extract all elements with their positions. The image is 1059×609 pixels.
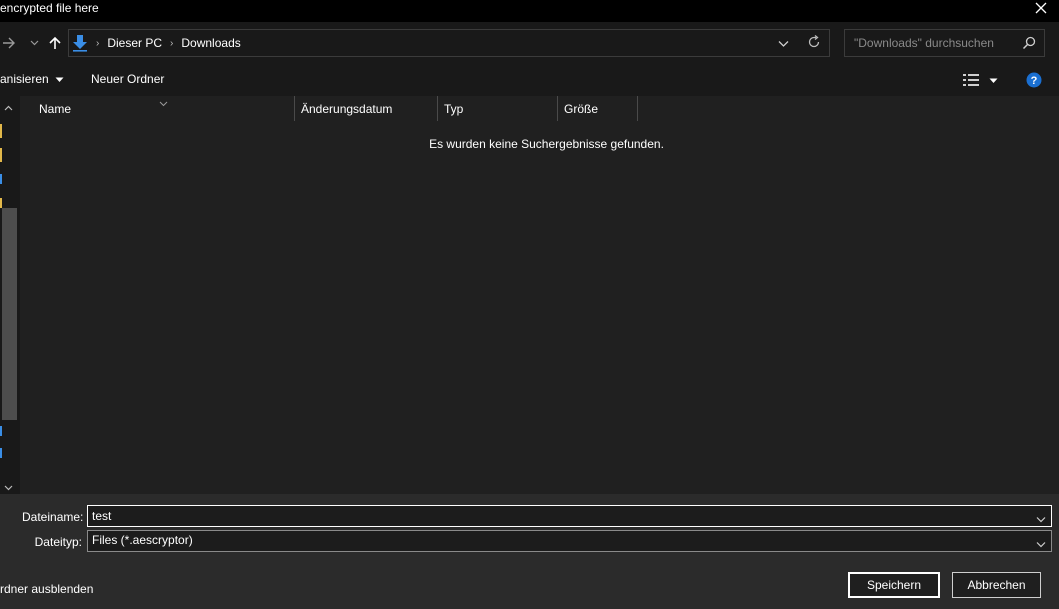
column-header-size[interactable]: Größe xyxy=(557,96,637,121)
filename-combobox[interactable] xyxy=(87,505,1052,527)
close-icon[interactable] xyxy=(1031,0,1051,20)
command-bar: anisieren Neuer Ordner ? xyxy=(0,64,1059,96)
filetype-value: Files (*.aescryptor) xyxy=(92,533,193,547)
scroll-up-icon[interactable] xyxy=(4,100,13,114)
breadcrumb-separator-icon: › xyxy=(170,37,174,49)
file-list-pane: Name Änderungsdatum Typ Größe Es wurden … xyxy=(20,96,1059,494)
navigation-scrollbar-thumb[interactable] xyxy=(2,208,17,420)
empty-results-message: Es wurden keine Suchergebnisse gefunden. xyxy=(429,137,664,151)
view-options-icon[interactable] xyxy=(963,73,998,87)
recent-dropdown-icon[interactable] xyxy=(27,32,41,54)
breadcrumb-dieser-pc[interactable]: Dieser PC xyxy=(107,36,162,50)
downloads-icon xyxy=(72,34,88,52)
navigation-bar: › Dieser PC › Downloads xyxy=(0,22,1059,64)
refresh-icon[interactable] xyxy=(807,34,821,52)
breadcrumb-downloads[interactable]: Downloads xyxy=(181,36,240,50)
column-divider[interactable] xyxy=(637,96,638,121)
breadcrumb-separator-icon: › xyxy=(96,37,100,49)
search-input[interactable] xyxy=(845,30,1015,56)
folder-icon xyxy=(0,198,2,208)
breadcrumb: › Dieser PC › Downloads xyxy=(69,30,241,56)
column-header-modified[interactable]: Änderungsdatum xyxy=(294,96,438,121)
organize-menu[interactable]: anisieren xyxy=(0,72,64,86)
save-button[interactable]: Speichern xyxy=(848,572,940,598)
search-box xyxy=(844,29,1045,57)
new-folder-button[interactable]: Neuer Ordner xyxy=(91,72,164,86)
title-bar: encrypted file here xyxy=(0,0,1059,22)
help-icon[interactable]: ? xyxy=(1026,72,1042,88)
filename-input[interactable] xyxy=(92,508,1022,524)
filetype-chevron-down-icon[interactable] xyxy=(1036,537,1046,551)
column-header-type[interactable]: Typ xyxy=(437,96,557,121)
filename-label: Dateiname: xyxy=(22,510,84,524)
forward-arrow-icon[interactable] xyxy=(0,32,18,54)
save-form: Dateiname: Dateityp: Files (*.aescryptor… xyxy=(0,494,1059,609)
up-arrow-icon[interactable] xyxy=(46,32,64,54)
search-icon[interactable] xyxy=(1022,36,1036,53)
window-title: encrypted file here xyxy=(0,1,99,15)
svg-text:?: ? xyxy=(1031,75,1038,87)
folder-icon xyxy=(0,124,2,138)
column-header-name[interactable]: Name xyxy=(32,96,294,121)
organize-caret-icon xyxy=(55,72,64,86)
filetype-select[interactable]: Files (*.aescryptor) xyxy=(87,530,1052,552)
address-history-chevron-icon[interactable] xyxy=(778,37,789,51)
hide-folders-toggle[interactable]: rdner ausblenden xyxy=(0,582,93,596)
address-bar[interactable]: › Dieser PC › Downloads xyxy=(68,29,830,57)
navigation-pane xyxy=(0,96,20,494)
organize-label: anisieren xyxy=(0,72,49,86)
filetype-label: Dateityp: xyxy=(34,535,82,549)
drive-icon xyxy=(0,426,2,436)
downloads-icon xyxy=(0,174,2,184)
filename-chevron-down-icon[interactable] xyxy=(1036,512,1046,526)
scroll-down-icon[interactable] xyxy=(4,480,13,494)
drive-icon xyxy=(0,448,2,458)
folder-icon xyxy=(0,148,2,162)
cancel-button[interactable]: Abbrechen xyxy=(952,572,1041,598)
view-options-caret-icon xyxy=(989,73,998,87)
